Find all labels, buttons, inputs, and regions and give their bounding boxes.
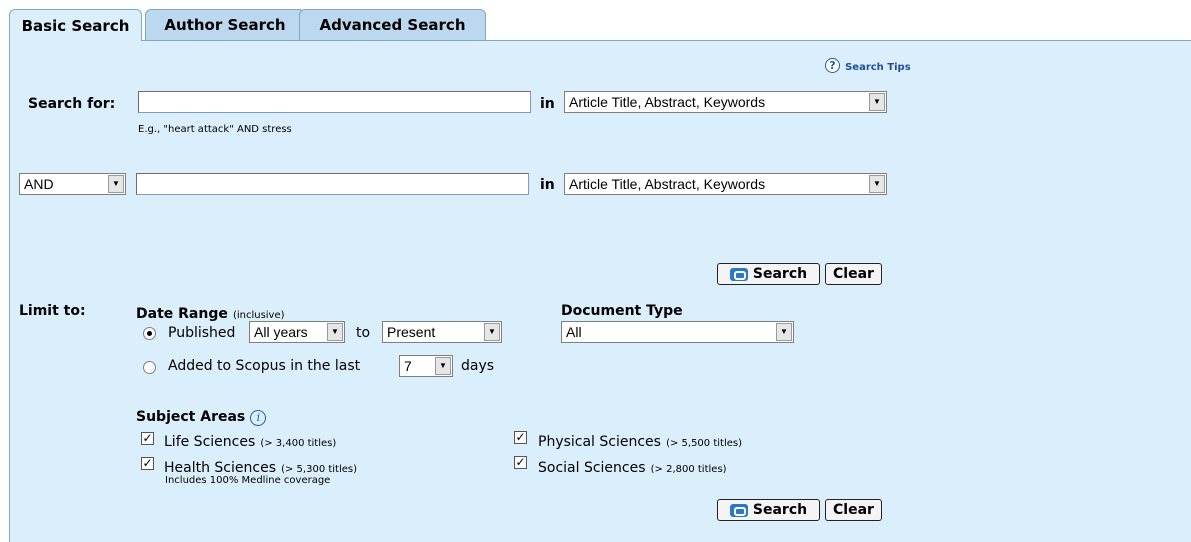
subject-areas-heading: Subject Areas i bbox=[136, 406, 267, 426]
subject-areas-title: Subject Areas bbox=[136, 409, 246, 425]
document-type-select[interactable]: All ▼ bbox=[561, 321, 794, 343]
search-icon bbox=[729, 267, 748, 281]
social-sciences-checkbox[interactable]: ✓ bbox=[514, 456, 527, 469]
from-year-value: All years bbox=[254, 324, 308, 340]
published-radio[interactable] bbox=[143, 327, 156, 340]
to-year-value: Present bbox=[387, 324, 436, 340]
field-select-2-value: Article Title, Abstract, Keywords bbox=[569, 176, 766, 192]
date-range-heading: Date Range (inclusive) bbox=[136, 303, 285, 322]
search-panel: ? Search Tips Search for: in Article Tit… bbox=[9, 40, 1191, 542]
social-sciences-count: (> 2,800 titles) bbox=[650, 464, 727, 475]
search-icon bbox=[729, 503, 748, 517]
document-type-title: Document Type bbox=[561, 303, 683, 319]
search-tips-link[interactable]: ? Search Tips bbox=[825, 55, 911, 74]
tab-author-search[interactable]: Author Search bbox=[145, 9, 305, 40]
added-to-scopus-label: Added to Scopus in the last bbox=[168, 358, 361, 374]
chevron-down-icon: ▼ bbox=[869, 175, 885, 193]
days-label: days bbox=[461, 358, 495, 374]
physical-sciences-label: Physical Sciences bbox=[538, 434, 661, 450]
physical-sciences-option: Physical Sciences (> 5,500 titles) bbox=[538, 431, 742, 450]
added-to-scopus-radio[interactable] bbox=[143, 361, 156, 374]
field-select-1[interactable]: Article Title, Abstract, Keywords ▼ bbox=[564, 91, 887, 113]
search-tips-label[interactable]: Search Tips bbox=[845, 62, 911, 73]
published-label: Published bbox=[168, 325, 236, 341]
clear-button-top[interactable]: Clear bbox=[825, 263, 882, 285]
in-label-1: in bbox=[540, 96, 555, 112]
medline-note: Includes 100% Medline coverage bbox=[165, 475, 331, 486]
health-sciences-label: Health Sciences bbox=[164, 460, 276, 476]
physical-sciences-count: (> 5,500 titles) bbox=[666, 438, 742, 449]
search-button-label: Search bbox=[752, 502, 808, 518]
search-term-input-2[interactable] bbox=[136, 173, 529, 195]
chevron-down-icon: ▼ bbox=[327, 323, 343, 341]
date-range-title: Date Range bbox=[136, 306, 228, 322]
in-label-2: in bbox=[540, 177, 555, 193]
social-sciences-option: Social Sciences (> 2,800 titles) bbox=[538, 457, 727, 476]
search-button-top[interactable]: Search bbox=[717, 263, 820, 285]
life-sciences-label: Life Sciences bbox=[164, 434, 256, 450]
boolean-operator-select[interactable]: AND ▼ bbox=[19, 173, 126, 195]
date-range-qualifier: (inclusive) bbox=[232, 310, 285, 321]
physical-sciences-checkbox[interactable]: ✓ bbox=[514, 431, 527, 444]
field-select-2[interactable]: Article Title, Abstract, Keywords ▼ bbox=[564, 173, 887, 195]
days-select[interactable]: 7 ▼ bbox=[399, 355, 453, 377]
info-icon[interactable]: i bbox=[250, 410, 267, 426]
limit-to-label: Limit to: bbox=[19, 303, 86, 319]
boolean-operator-value: AND bbox=[24, 176, 54, 192]
chevron-down-icon: ▼ bbox=[108, 175, 124, 193]
chevron-down-icon: ▼ bbox=[869, 93, 885, 111]
field-select-1-value: Article Title, Abstract, Keywords bbox=[569, 94, 766, 110]
tab-basic-search[interactable]: Basic Search bbox=[9, 9, 142, 41]
days-value: 7 bbox=[404, 358, 412, 374]
life-sciences-option: Life Sciences (> 3,400 titles) bbox=[164, 431, 336, 450]
document-type-value: All bbox=[566, 324, 582, 340]
life-sciences-checkbox[interactable]: ✓ bbox=[141, 432, 154, 445]
health-sciences-checkbox[interactable]: ✓ bbox=[141, 457, 154, 470]
example-hint: E.g., "heart attack" AND stress bbox=[138, 124, 292, 135]
search-button-bottom[interactable]: Search bbox=[717, 499, 820, 521]
chevron-down-icon: ▼ bbox=[484, 323, 500, 341]
search-for-label: Search for: bbox=[28, 96, 116, 112]
social-sciences-label: Social Sciences bbox=[538, 460, 646, 476]
search-term-input-1[interactable] bbox=[138, 91, 531, 113]
health-sciences-count: (> 5,300 titles) bbox=[281, 464, 358, 475]
clear-button-bottom[interactable]: Clear bbox=[825, 499, 882, 521]
to-label: to bbox=[356, 325, 371, 341]
search-button-label: Search bbox=[752, 266, 808, 282]
tab-advanced-search[interactable]: Advanced Search bbox=[299, 9, 486, 40]
life-sciences-count: (> 3,400 titles) bbox=[260, 438, 337, 449]
from-year-select[interactable]: All years ▼ bbox=[249, 321, 345, 343]
health-sciences-option: Health Sciences (> 5,300 titles) bbox=[164, 457, 357, 476]
chevron-down-icon: ▼ bbox=[435, 357, 451, 375]
to-year-select[interactable]: Present ▼ bbox=[382, 321, 502, 343]
chevron-down-icon: ▼ bbox=[776, 323, 792, 341]
help-icon: ? bbox=[825, 58, 840, 73]
